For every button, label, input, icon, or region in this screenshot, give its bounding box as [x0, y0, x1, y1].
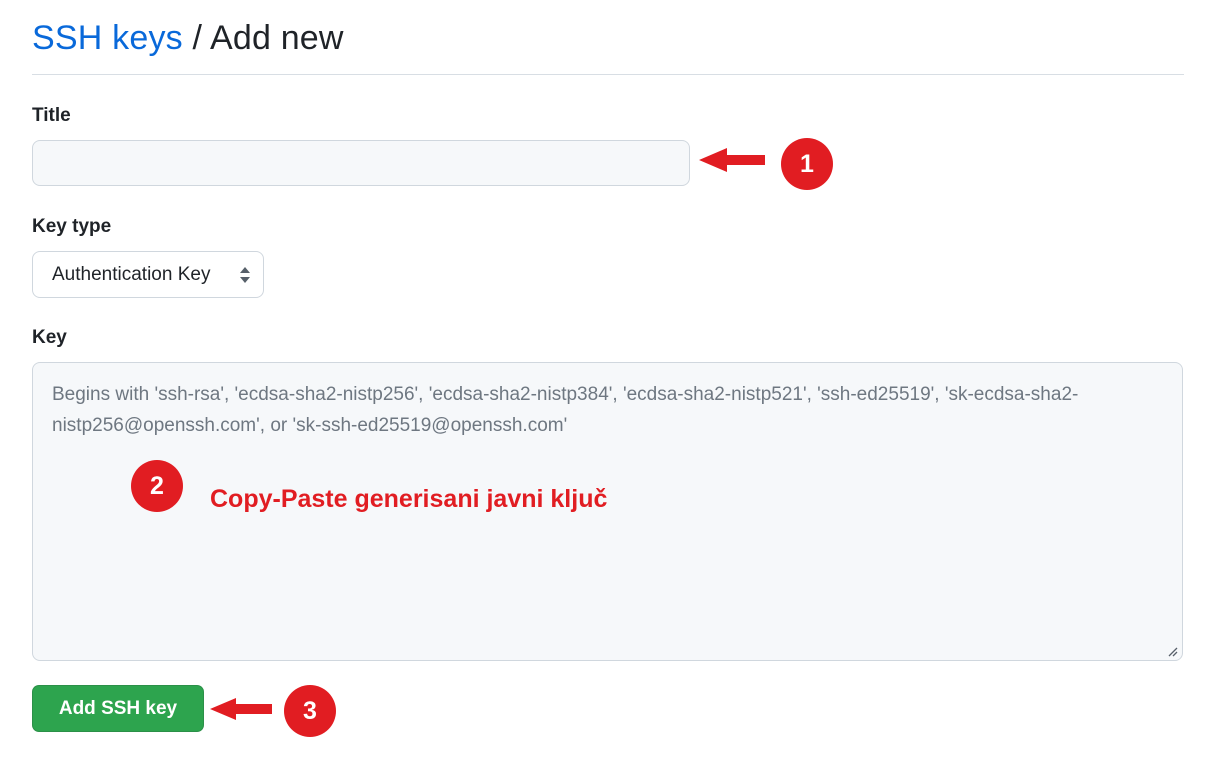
- add-ssh-key-button[interactable]: Add SSH key: [32, 685, 204, 732]
- step-2-badge: 2: [131, 460, 183, 512]
- title-input[interactable]: [32, 140, 690, 186]
- key-textarea[interactable]: [32, 362, 1183, 661]
- ssh-key-add-page: SSH keys / Add new Title 1 Key type Auth…: [0, 0, 1219, 764]
- up-down-caret-icon: [240, 267, 250, 283]
- title-label: Title: [32, 105, 71, 126]
- key-type-label: Key type: [32, 216, 112, 237]
- breadcrumb-separator: /: [182, 19, 210, 57]
- step-2-instruction: Copy-Paste generisani javni ključ: [210, 485, 608, 513]
- left-arrow-icon: [699, 148, 765, 172]
- key-label: Key: [32, 327, 67, 348]
- step-1-badge: 1: [781, 138, 833, 190]
- resize-grip-icon[interactable]: [1166, 645, 1178, 657]
- key-type-select[interactable]: Authentication Key: [32, 251, 264, 298]
- breadcrumb-link-ssh-keys[interactable]: SSH keys: [32, 19, 183, 57]
- breadcrumb: SSH keys / Add new: [32, 14, 1184, 75]
- step-3-badge: 3: [284, 685, 336, 737]
- left-arrow-icon: [210, 698, 272, 720]
- page-title: Add new: [209, 19, 344, 57]
- key-type-selected-value: Authentication Key: [52, 263, 211, 285]
